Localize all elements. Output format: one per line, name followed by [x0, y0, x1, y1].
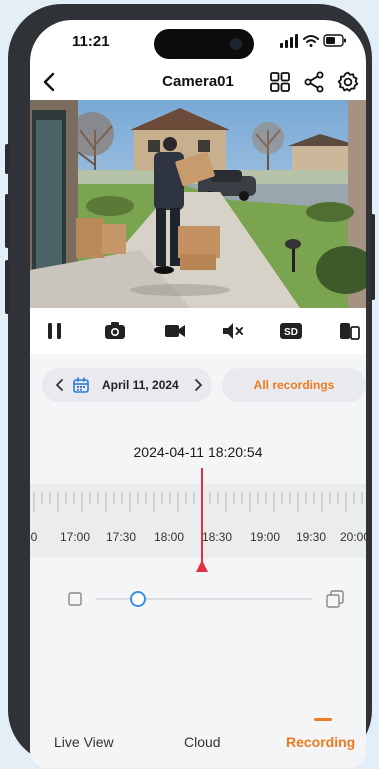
- current-timestamp: 2024-04-11 18:20:54: [133, 444, 263, 460]
- camera-scene-image: [30, 100, 366, 308]
- gear-icon[interactable]: [336, 70, 360, 94]
- pause-icon[interactable]: [42, 318, 68, 344]
- timeline-label: 17:00: [60, 530, 91, 544]
- app-screen: 11:21 Camera01 SD April 11, 2024 All rec…: [30, 20, 366, 768]
- timeline-label: 18:00: [154, 530, 185, 544]
- zoom-slider[interactable]: [96, 590, 312, 608]
- prev-date-icon[interactable]: [54, 378, 66, 392]
- all-recordings-button[interactable]: All recordings: [222, 368, 366, 402]
- timeline-label: 30: [30, 530, 38, 544]
- camera-video-feed[interactable]: [30, 100, 366, 308]
- selected-date: April 11, 2024: [102, 378, 179, 392]
- sd-card-label: SD: [284, 327, 298, 338]
- power-button: [371, 214, 375, 300]
- volume-down-button: [5, 260, 9, 314]
- calendar-icon: [73, 377, 89, 393]
- battery-icon: [323, 34, 346, 47]
- timeline-label: 19:30: [296, 530, 327, 544]
- zoom-slider-thumb: [130, 591, 146, 607]
- sd-card-icon[interactable]: SD: [278, 318, 304, 344]
- zoom-slider-row: [30, 584, 366, 614]
- date-selector[interactable]: April 11, 2024: [42, 368, 212, 402]
- dynamic-island: [154, 29, 254, 59]
- tab-recording[interactable]: Recording: [286, 734, 355, 750]
- status-bar: 11:21: [30, 20, 366, 64]
- side-button: [5, 144, 9, 174]
- timeline-label: 17:30: [106, 530, 137, 544]
- zoom-in-squares-icon[interactable]: [326, 590, 344, 608]
- tab-cloud[interactable]: Cloud: [184, 734, 221, 750]
- timeline-label: 20:00: [340, 530, 366, 544]
- zoom-out-square-icon[interactable]: [68, 592, 82, 606]
- mute-icon[interactable]: [220, 318, 246, 344]
- active-tab-indicator: [314, 718, 332, 721]
- share-icon[interactable]: [302, 70, 326, 94]
- timeline-label: 19:00: [250, 530, 281, 544]
- video-record-icon[interactable]: [162, 318, 188, 344]
- status-icons: [280, 34, 346, 48]
- nav-bar: Camera01: [30, 64, 366, 100]
- playback-controls: SD: [30, 308, 366, 354]
- playback-panel: April 11, 2024 All recordings 2024-04-11…: [30, 354, 366, 714]
- volume-up-button: [5, 194, 9, 248]
- grid-icon[interactable]: [268, 70, 292, 94]
- playhead-marker[interactable]: [196, 468, 208, 574]
- status-time: 11:21: [72, 33, 110, 50]
- all-recordings-label: All recordings: [253, 378, 335, 392]
- signal-icon: [280, 34, 298, 48]
- phone-frame: 11:21 Camera01 SD April 11, 2024 All rec…: [5, 4, 375, 768]
- wifi-icon: [303, 35, 319, 47]
- multi-screen-icon[interactable]: [336, 318, 362, 344]
- tab-live-view[interactable]: Live View: [54, 734, 114, 750]
- next-date-icon[interactable]: [192, 378, 204, 392]
- camera-snapshot-icon[interactable]: [102, 318, 128, 344]
- bottom-tab-bar: Live View Cloud Recording: [30, 714, 366, 768]
